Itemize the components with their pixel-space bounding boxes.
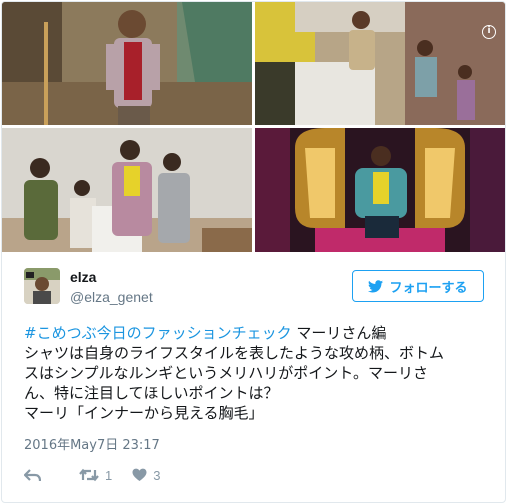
tweet-line-3: スはシンプルなルンギというメリハリがポイント。マーリさ (24, 364, 428, 382)
follow-button-label: フォローする (389, 280, 468, 296)
info-icon[interactable]: i (482, 25, 496, 39)
twitter-bird-icon (368, 279, 384, 292)
tweet-line-1-rest: マーリさん編 (291, 324, 387, 342)
tweet-header: elza @elza_genet フォローする (2, 252, 505, 322)
tweet-line-2: シャツは自身のライフスタイルを表したような攻め柄、ボトム (24, 344, 445, 362)
tweet-timestamp[interactable]: 2016年May7日 23:17 (24, 434, 160, 453)
tweet-photo-4[interactable] (255, 128, 505, 252)
media-grid: i (2, 2, 505, 252)
user-handle[interactable]: @elza_genet (70, 289, 153, 305)
tweet-photo-2[interactable]: i (255, 2, 505, 125)
tweet-actions: 1 3 (24, 465, 160, 485)
tweet-photo-3[interactable] (2, 128, 252, 252)
tweet-line-5: マーリ「インナーから見える胸毛」 (24, 404, 264, 422)
user-display-name[interactable]: elza (70, 269, 96, 285)
tweet-line-1: #こめつぶ今日のファッションチェック マーリさん編 (24, 323, 494, 343)
reply-icon (24, 468, 41, 481)
reply-button[interactable] (24, 468, 41, 482)
follow-button[interactable]: フォローする (352, 270, 484, 302)
retweet-button[interactable]: 1 (79, 468, 112, 483)
tweet-photo-1[interactable] (2, 2, 252, 125)
like-button[interactable]: 3 (132, 468, 160, 483)
tweet-text: #こめつぶ今日のファッションチェック マーリさん編 シャツは自身のライフスタイル… (24, 323, 494, 423)
user-avatar[interactable] (24, 268, 60, 304)
tweet-card: i elza @elza_genet フォローする #こめつぶ今日のファッション… (1, 1, 506, 503)
hashtag-link[interactable]: #こめつぶ今日のファッションチェック (24, 324, 292, 342)
retweet-count: 1 (105, 467, 113, 483)
retweet-icon (79, 468, 99, 482)
like-count: 3 (153, 467, 161, 483)
heart-icon (132, 468, 147, 481)
tweet-line-4: ん、特に注目してほしいポイントは？ (24, 384, 279, 402)
